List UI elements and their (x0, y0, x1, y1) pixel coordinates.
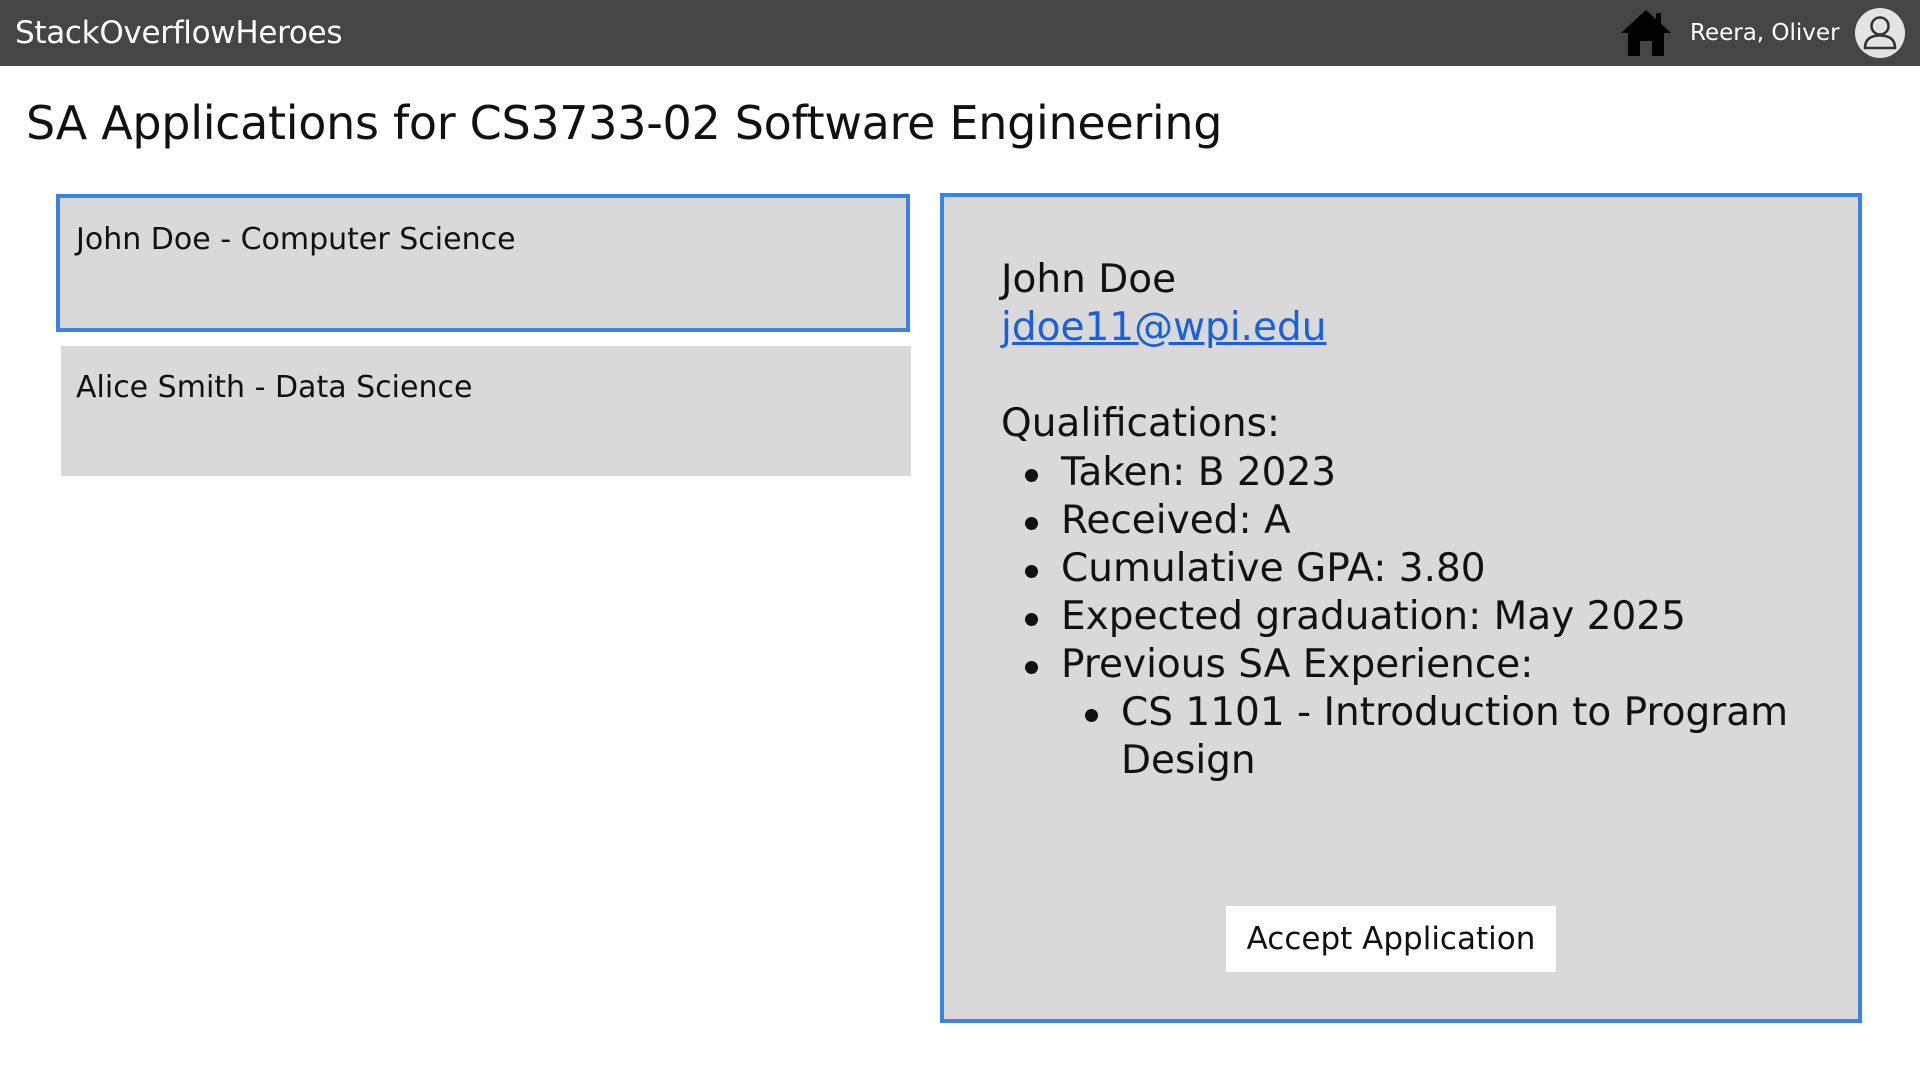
home-icon[interactable] (1619, 7, 1673, 59)
applicant-email-link[interactable]: jdoe11@wpi.edu (1001, 305, 1326, 350)
user-name: Reera, Oliver (1690, 20, 1840, 46)
qualification-item: Expected graduation: May 2025 (1001, 593, 1821, 641)
application-item-john-doe[interactable]: John Doe - Computer Science (56, 194, 910, 332)
applicant-name: John Doe (1001, 257, 1177, 302)
qualification-item: Taken: B 2023 (1001, 449, 1821, 497)
previous-experience-item: CS 1101 - Introduction to Program Design (1061, 689, 1821, 785)
application-detail-panel: John Doe jdoe11@wpi.edu Qualifications: … (940, 193, 1862, 1023)
page-title: SA Applications for CS3733-02 Software E… (26, 96, 1223, 150)
user-avatar-icon[interactable] (1855, 8, 1905, 58)
accept-application-button[interactable]: Accept Application (1226, 906, 1556, 972)
top-navigation-bar: StackOverflowHeroes Reera, Oliver (0, 0, 1920, 66)
qualification-item: Received: A (1001, 497, 1821, 545)
previous-experience-list: CS 1101 - Introduction to Program Design (1061, 689, 1821, 785)
application-list: John Doe - Computer Science Alice Smith … (56, 194, 911, 490)
qualification-item-previous-experience: Previous SA Experience: CS 1101 - Introd… (1001, 641, 1821, 785)
qualification-item-label: Previous SA Experience: (1061, 642, 1534, 687)
application-item-label: Alice Smith - Data Science (76, 370, 473, 405)
qualifications-heading: Qualifications: (1001, 401, 1281, 446)
qualifications-list: Taken: B 2023 Received: A Cumulative GPA… (1001, 449, 1821, 785)
app-title[interactable]: StackOverflowHeroes (15, 0, 342, 66)
application-item-label: John Doe - Computer Science (76, 222, 516, 257)
qualification-item: Cumulative GPA: 3.80 (1001, 545, 1821, 593)
application-item-alice-smith[interactable]: Alice Smith - Data Science (61, 346, 911, 476)
